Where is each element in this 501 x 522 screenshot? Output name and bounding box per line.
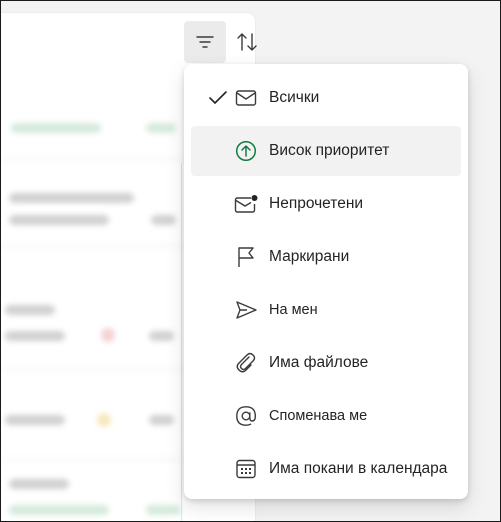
menu-item-has-files[interactable]: Има файлове: [191, 338, 461, 388]
sort-button[interactable]: [226, 21, 268, 63]
menu-item-label: Има покани в календара: [269, 460, 448, 477]
menu-item-all[interactable]: Всички: [191, 73, 461, 123]
filter-button[interactable]: [184, 21, 226, 63]
menu-item-label: Споменава ме: [269, 408, 368, 424]
window-frame: Всички Висок приоритет Непрочетени Марки…: [0, 0, 501, 522]
mail-unread-icon: [234, 192, 258, 216]
menu-item-label: На мен: [269, 302, 318, 318]
flag-icon: [234, 245, 258, 269]
filter-icon: [196, 35, 214, 49]
at-sign-icon: [234, 404, 258, 428]
calendar-icon: [234, 457, 258, 481]
attach-icon: [234, 351, 258, 375]
filter-menu: Всички Висок приоритет Непрочетени Марки…: [184, 64, 468, 499]
menu-item-label: Има файлове: [269, 354, 369, 371]
checkmark-icon: [209, 89, 227, 107]
menu-item-mentions-me[interactable]: Споменава ме: [191, 391, 461, 441]
menu-item-flagged[interactable]: Маркирани: [191, 232, 461, 282]
menu-item-label: Всички: [269, 89, 320, 106]
menu-item-to-me[interactable]: На мен: [191, 285, 461, 335]
menu-item-label: Маркирани: [269, 248, 350, 265]
sort-icon: [236, 32, 258, 52]
menu-item-unread[interactable]: Непрочетени: [191, 179, 461, 229]
menu-item-label: Висок приоритет: [269, 142, 390, 159]
arrow-up-circle-icon: [234, 139, 258, 163]
menu-item-label: Непрочетени: [269, 195, 364, 212]
list-column-divider: [181, 163, 182, 521]
mail-icon: [234, 86, 258, 110]
send-icon: [234, 298, 258, 322]
menu-item-high-priority[interactable]: Висок приоритет: [191, 126, 461, 176]
menu-item-calendar-invites[interactable]: Има покани в календара: [191, 444, 461, 494]
